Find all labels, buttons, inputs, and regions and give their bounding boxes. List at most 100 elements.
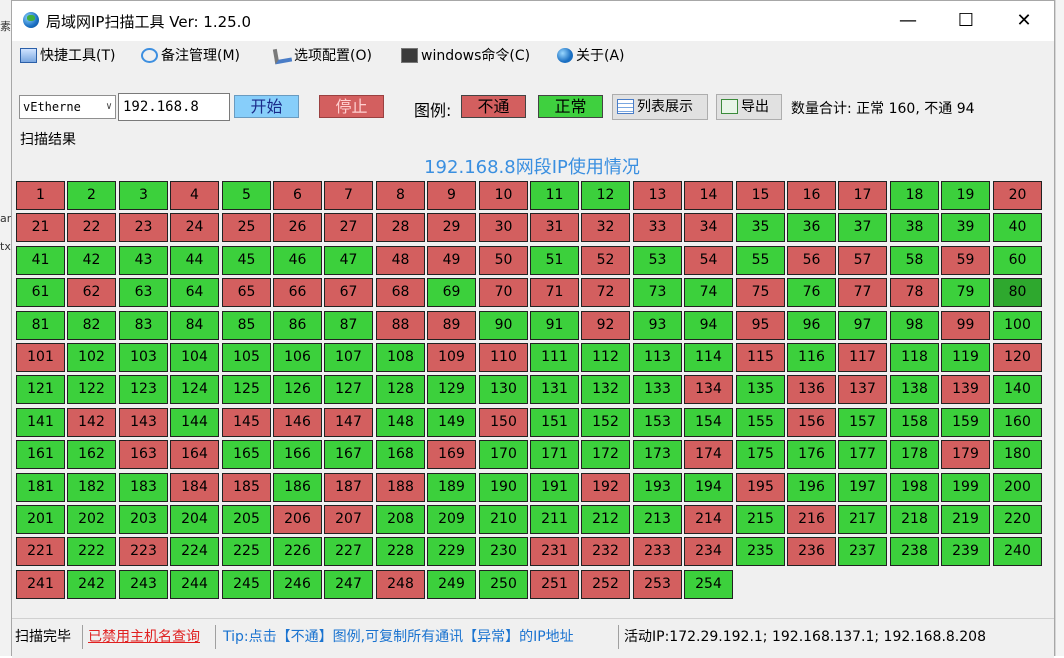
ip-cell-148[interactable]: 148	[376, 408, 425, 437]
ip-cell-174[interactable]: 174	[684, 440, 733, 469]
ip-cell-34[interactable]: 34	[684, 213, 733, 242]
minimize-button[interactable]: —	[885, 7, 931, 35]
stop-button[interactable]: 停止	[319, 95, 384, 118]
ip-cell-203[interactable]: 203	[119, 505, 168, 534]
ip-cell-25[interactable]: 25	[222, 213, 271, 242]
ip-cell-225[interactable]: 225	[222, 537, 271, 566]
ip-cell-122[interactable]: 122	[67, 375, 116, 404]
ip-cell-173[interactable]: 173	[633, 440, 682, 469]
ip-cell-124[interactable]: 124	[170, 375, 219, 404]
ip-cell-142[interactable]: 142	[67, 408, 116, 437]
ip-cell-86[interactable]: 86	[273, 311, 322, 340]
ip-cell-234[interactable]: 234	[684, 537, 733, 566]
ip-cell-159[interactable]: 159	[941, 408, 990, 437]
ip-cell-50[interactable]: 50	[479, 246, 528, 275]
ip-cell-89[interactable]: 89	[427, 311, 476, 340]
ip-cell-21[interactable]: 21	[16, 213, 65, 242]
export-button[interactable]: 导出	[716, 94, 782, 120]
ip-cell-226[interactable]: 226	[273, 537, 322, 566]
ip-cell-85[interactable]: 85	[222, 311, 271, 340]
ip-cell-233[interactable]: 233	[633, 537, 682, 566]
ip-cell-22[interactable]: 22	[67, 213, 116, 242]
ip-cell-79[interactable]: 79	[941, 278, 990, 307]
ip-cell-192[interactable]: 192	[581, 473, 630, 502]
ip-cell-230[interactable]: 230	[479, 537, 528, 566]
ip-cell-121[interactable]: 121	[16, 375, 65, 404]
ip-cell-63[interactable]: 63	[119, 278, 168, 307]
ip-cell-87[interactable]: 87	[324, 311, 373, 340]
ip-cell-211[interactable]: 211	[530, 505, 579, 534]
ip-cell-231[interactable]: 231	[530, 537, 579, 566]
ip-cell-110[interactable]: 110	[479, 343, 528, 372]
ip-cell-23[interactable]: 23	[119, 213, 168, 242]
ip-cell-221[interactable]: 221	[16, 537, 65, 566]
ip-cell-125[interactable]: 125	[222, 375, 271, 404]
ip-cell-155[interactable]: 155	[736, 408, 785, 437]
ip-cell-102[interactable]: 102	[67, 343, 116, 372]
ip-cell-3[interactable]: 3	[119, 181, 168, 210]
ip-cell-141[interactable]: 141	[16, 408, 65, 437]
ip-cell-29[interactable]: 29	[427, 213, 476, 242]
ip-cell-60[interactable]: 60	[993, 246, 1042, 275]
ip-cell-80[interactable]: 80	[993, 278, 1042, 307]
ip-cell-33[interactable]: 33	[633, 213, 682, 242]
ip-cell-254[interactable]: 254	[684, 570, 733, 599]
ip-cell-152[interactable]: 152	[581, 408, 630, 437]
ip-cell-243[interactable]: 243	[119, 570, 168, 599]
ip-cell-91[interactable]: 91	[530, 311, 579, 340]
ip-cell-208[interactable]: 208	[376, 505, 425, 534]
ip-cell-26[interactable]: 26	[273, 213, 322, 242]
ip-cell-212[interactable]: 212	[581, 505, 630, 534]
ip-cell-24[interactable]: 24	[170, 213, 219, 242]
ip-cell-205[interactable]: 205	[222, 505, 271, 534]
ip-cell-17[interactable]: 17	[838, 181, 887, 210]
menu-notes[interactable]: 备注管理(M)	[141, 46, 240, 66]
ip-cell-120[interactable]: 120	[993, 343, 1042, 372]
ip-cell-9[interactable]: 9	[427, 181, 476, 210]
ip-cell-101[interactable]: 101	[16, 343, 65, 372]
ip-cell-196[interactable]: 196	[787, 473, 836, 502]
ip-cell-145[interactable]: 145	[222, 408, 271, 437]
ip-cell-199[interactable]: 199	[941, 473, 990, 502]
ip-cell-66[interactable]: 66	[273, 278, 322, 307]
ip-cell-106[interactable]: 106	[273, 343, 322, 372]
ip-cell-4[interactable]: 4	[170, 181, 219, 210]
ip-cell-207[interactable]: 207	[324, 505, 373, 534]
ip-cell-74[interactable]: 74	[684, 278, 733, 307]
menu-about[interactable]: 关于(A)	[557, 46, 625, 66]
ip-cell-18[interactable]: 18	[890, 181, 939, 210]
ip-cell-13[interactable]: 13	[633, 181, 682, 210]
ip-cell-171[interactable]: 171	[530, 440, 579, 469]
ip-cell-245[interactable]: 245	[222, 570, 271, 599]
ip-cell-227[interactable]: 227	[324, 537, 373, 566]
ip-cell-244[interactable]: 244	[170, 570, 219, 599]
legend-unreachable-button[interactable]: 不通	[461, 95, 526, 118]
ip-cell-55[interactable]: 55	[736, 246, 785, 275]
ip-cell-69[interactable]: 69	[427, 278, 476, 307]
ip-cell-118[interactable]: 118	[890, 343, 939, 372]
ip-cell-70[interactable]: 70	[479, 278, 528, 307]
ip-cell-99[interactable]: 99	[941, 311, 990, 340]
ip-cell-117[interactable]: 117	[838, 343, 887, 372]
ip-cell-127[interactable]: 127	[324, 375, 373, 404]
ip-cell-103[interactable]: 103	[119, 343, 168, 372]
legend-normal-button[interactable]: 正常	[538, 95, 603, 118]
ip-cell-37[interactable]: 37	[838, 213, 887, 242]
ip-cell-64[interactable]: 64	[170, 278, 219, 307]
ip-cell-163[interactable]: 163	[119, 440, 168, 469]
ip-cell-62[interactable]: 62	[67, 278, 116, 307]
ip-cell-58[interactable]: 58	[890, 246, 939, 275]
ip-cell-164[interactable]: 164	[170, 440, 219, 469]
ip-cell-132[interactable]: 132	[581, 375, 630, 404]
ip-cell-65[interactable]: 65	[222, 278, 271, 307]
ip-cell-172[interactable]: 172	[581, 440, 630, 469]
ip-cell-224[interactable]: 224	[170, 537, 219, 566]
ip-cell-93[interactable]: 93	[633, 311, 682, 340]
maximize-button[interactable]: ☐	[943, 7, 989, 35]
ip-cell-249[interactable]: 249	[427, 570, 476, 599]
ip-cell-181[interactable]: 181	[16, 473, 65, 502]
ip-cell-51[interactable]: 51	[530, 246, 579, 275]
ip-cell-202[interactable]: 202	[67, 505, 116, 534]
ip-cell-175[interactable]: 175	[736, 440, 785, 469]
ip-cell-119[interactable]: 119	[941, 343, 990, 372]
